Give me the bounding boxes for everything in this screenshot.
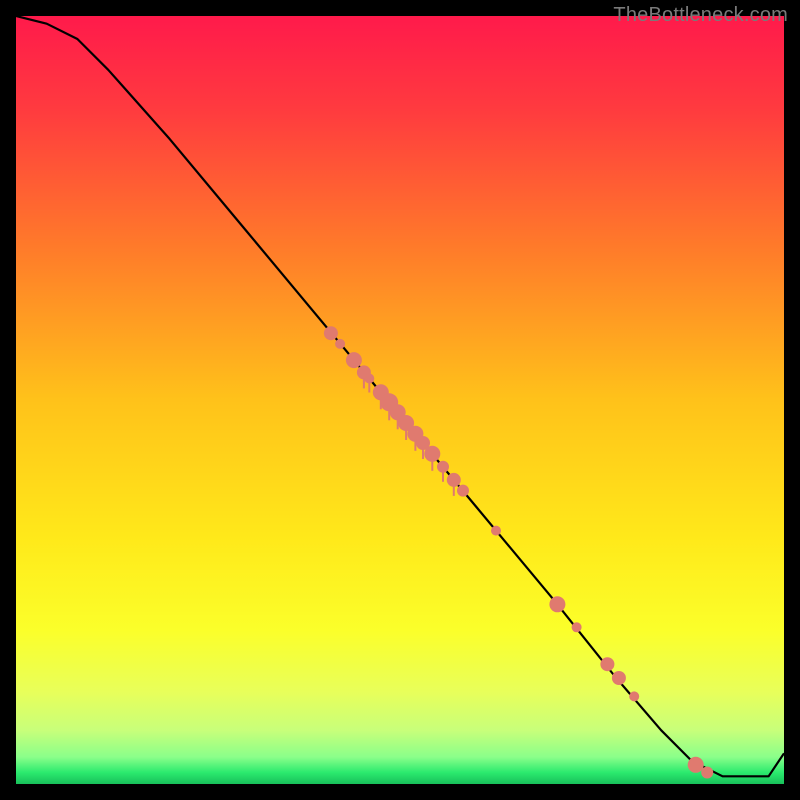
chart-svg [0, 0, 800, 800]
marker-dot [701, 767, 713, 779]
marker-dot [549, 596, 565, 612]
marker-dot [688, 757, 704, 773]
marker-dot [629, 691, 639, 701]
marker-dot [437, 461, 449, 473]
marker-dot [335, 339, 345, 349]
marker-dot [612, 671, 626, 685]
marker-dot [572, 622, 582, 632]
marker-dot [364, 374, 374, 384]
marker-dot [324, 326, 338, 340]
marker-dot [600, 657, 614, 671]
marker-dot [457, 485, 469, 497]
marker-dot [346, 352, 362, 368]
marker-dot [424, 446, 440, 462]
watermark-text: TheBottleneck.com [613, 4, 788, 27]
chart-stage: TheBottleneck.com [0, 0, 800, 800]
marker-dot [491, 526, 501, 536]
marker-dot [447, 473, 461, 487]
plot-background [16, 16, 784, 784]
